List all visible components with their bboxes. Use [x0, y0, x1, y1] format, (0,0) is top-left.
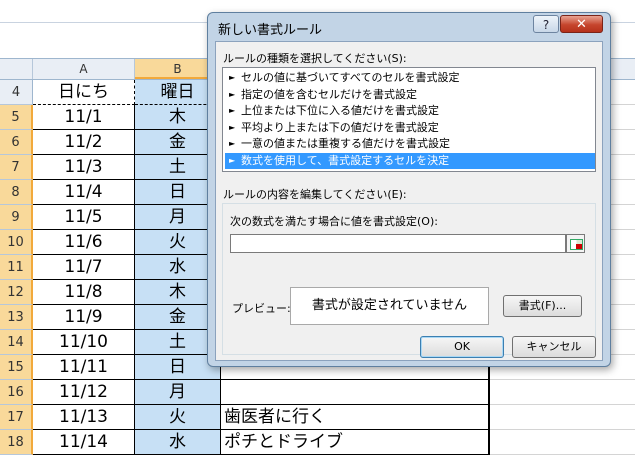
row-header[interactable]: 4 [0, 80, 33, 105]
dialog-title: 新しい書式ルール [218, 23, 323, 38]
date-cell[interactable]: 11/5 [33, 205, 135, 230]
bullet-arrow-icon: ► [229, 73, 236, 82]
row-header[interactable]: 17 [0, 405, 33, 430]
new-format-rule-dialog: 新しい書式ルール ? ✕ ルールの種類を選択してください(S): ► セルの値に基… [207, 12, 611, 367]
weekday-cell[interactable]: 水 [135, 430, 221, 455]
date-cell[interactable]: 11/2 [33, 130, 135, 155]
formula-label: 次の数式を満たす場合に値を書式設定(O): [230, 215, 438, 228]
rule-type-label: 一意の値または重複する値だけを書式設定 [241, 137, 450, 150]
rule-type-item[interactable]: ► 指定の値を含むセルだけを書式設定 [225, 87, 595, 104]
row-header[interactable]: 18 [0, 430, 33, 455]
column-header-a[interactable]: A [33, 59, 135, 79]
row-header[interactable]: 13 [0, 305, 33, 330]
date-cell[interactable]: 11/11 [33, 355, 135, 380]
dialog-titlebar[interactable]: 新しい書式ルール ? ✕ [208, 13, 610, 41]
row-header[interactable]: 15 [0, 355, 33, 380]
gridline [490, 379, 635, 380]
rule-edit-group: 次の数式を満たす場合に値を書式設定(O): プレビュー: 書式が設定されていませ… [222, 203, 596, 355]
rule-type-label: セルの値に基づいてすべてのセルを書式設定 [241, 71, 460, 84]
format-preview: 書式が設定されていません [290, 287, 489, 325]
rule-type-label: 指定の値を含むセルだけを書式設定 [241, 87, 417, 101]
date-cell[interactable]: 11/6 [33, 230, 135, 255]
edit-rule-label: ルールの内容を編集してください(E): [223, 188, 407, 201]
row-header[interactable]: 9 [0, 205, 33, 230]
ok-button[interactable]: OK [420, 336, 504, 358]
bullet-arrow-icon: ► [229, 106, 236, 115]
row-header[interactable]: 8 [0, 180, 33, 205]
bullet-arrow-icon: ► [229, 89, 236, 99]
row-header[interactable]: 12 [0, 280, 33, 305]
row-header[interactable]: 16 [0, 380, 33, 405]
rule-type-label: 上位または下位に入る値だけを書式設定 [241, 104, 439, 117]
select-all-corner[interactable] [0, 59, 33, 79]
range-select-button[interactable] [566, 234, 585, 253]
rule-type-item[interactable]: ► 上位または下位に入る値だけを書式設定 [225, 103, 595, 120]
preview-label: プレビュー: [232, 302, 291, 315]
cancel-button[interactable]: キャンセル [512, 336, 596, 358]
note-cell[interactable]: ポチとドライブ [221, 430, 490, 455]
date-cell[interactable]: 11/10 [33, 330, 135, 355]
row-header[interactable]: 6 [0, 130, 33, 155]
date-cell[interactable]: 11/1 [33, 105, 135, 130]
row-header[interactable]: 10 [0, 230, 33, 255]
row-header[interactable]: 11 [0, 255, 33, 280]
date-cell[interactable]: 11/9 [33, 305, 135, 330]
rule-type-label: 平均より上または下の値だけを書式設定 [241, 120, 439, 134]
bullet-arrow-icon: ► [229, 139, 236, 148]
format-button[interactable]: 書式(F)... [503, 295, 582, 317]
rule-type-item[interactable]: ► セルの値に基づいてすべてのセルを書式設定 [225, 70, 595, 87]
rule-type-label: 数式を使用して、書式設定するセルを決定 [241, 153, 450, 167]
date-cell[interactable]: 11/3 [33, 155, 135, 180]
header-cell-date[interactable]: 日にち [33, 80, 135, 105]
gridline [490, 429, 635, 430]
date-cell[interactable]: 11/8 [33, 280, 135, 305]
gridline [490, 404, 635, 405]
date-cell[interactable]: 11/14 [33, 430, 135, 455]
rule-type-item[interactable]: ► 数式を使用して、書式設定するセルを決定 [225, 152, 595, 169]
bullet-arrow-icon: ► [229, 122, 236, 132]
bullet-arrow-icon: ► [229, 155, 236, 165]
rule-type-list[interactable]: ► セルの値に基づいてすべてのセルを書式設定 ► 指定の値を含むセルだけを書式設定 ► 上… [222, 67, 596, 172]
date-cell[interactable]: 11/7 [33, 255, 135, 280]
rule-type-label: ルールの種類を選択してください(S): [223, 52, 407, 65]
note-cell[interactable] [221, 380, 490, 405]
close-button[interactable]: ✕ [560, 15, 603, 33]
dialog-client-area: ルールの種類を選択してください(S): ► セルの値に基づいてすべてのセルを書式設… [215, 41, 603, 361]
weekday-cell[interactable]: 火 [135, 405, 221, 430]
row-header[interactable]: 14 [0, 330, 33, 355]
date-cell[interactable]: 11/13 [33, 405, 135, 430]
help-button[interactable]: ? [533, 15, 559, 33]
date-cell[interactable]: 11/4 [33, 180, 135, 205]
date-cell[interactable]: 11/12 [33, 380, 135, 405]
formula-input[interactable] [230, 234, 566, 253]
rule-type-item[interactable]: ► 一意の値または重複する値だけを書式設定 [225, 136, 595, 153]
row-header[interactable]: 7 [0, 155, 33, 180]
note-cell[interactable]: 歯医者に行く [221, 405, 490, 430]
row-header[interactable]: 5 [0, 105, 33, 130]
rule-type-item[interactable]: ► 平均より上または下の値だけを書式設定 [225, 120, 595, 137]
weekday-cell[interactable]: 月 [135, 380, 221, 405]
